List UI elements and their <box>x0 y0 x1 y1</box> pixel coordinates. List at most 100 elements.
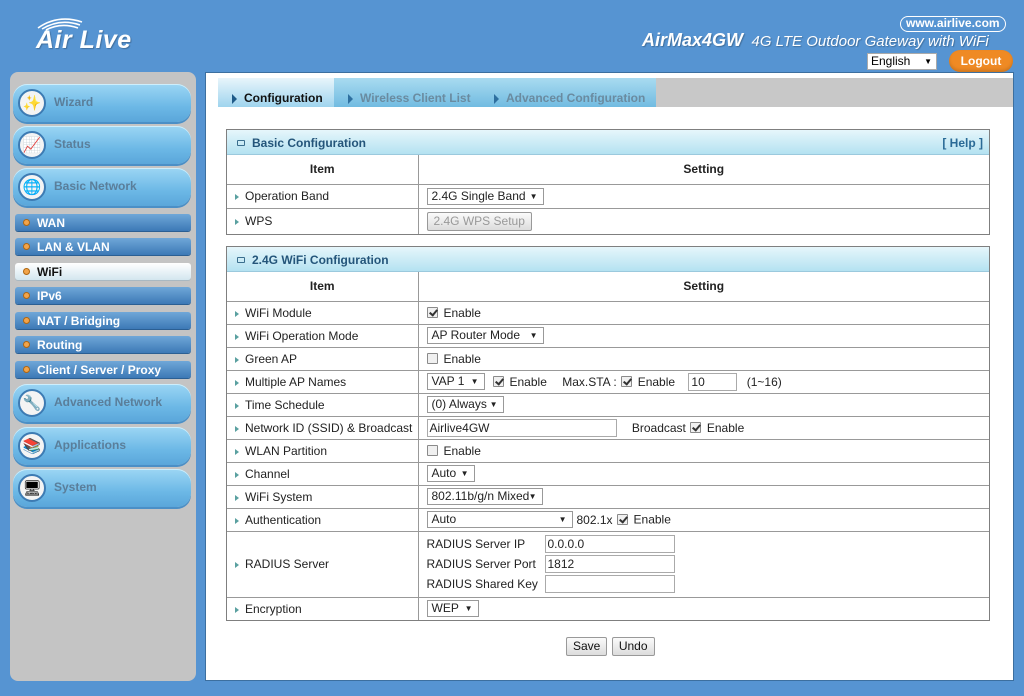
chevron-down-icon: ▼ <box>489 400 498 409</box>
wifi-configuration-section: 2.4G WiFi Configuration Item Setting WiF… <box>226 246 990 621</box>
select-value: VAP 1 <box>431 374 465 388</box>
vap-select[interactable]: VAP 1 ▼ <box>426 373 485 390</box>
column-header-item: Item <box>227 272 419 301</box>
row-setting: AP Router Mode ▼ <box>418 323 989 347</box>
radius-fields: RADIUS Server IP 0.0.0.0 RADIUS Server P… <box>427 532 990 596</box>
wifi-system-select[interactable]: 802.11b/g/n Mixed ▼ <box>426 488 543 505</box>
table-row: WLAN Partition Enable <box>227 438 989 462</box>
sidebar-subitem-lan-vlan[interactable]: LAN & VLAN <box>15 238 191 255</box>
sidebar-subitem-wan[interactable]: WAN <box>15 214 191 231</box>
enable-label: Enable <box>633 512 671 527</box>
encryption-select[interactable]: WEP ▼ <box>426 600 479 618</box>
row-setting: WEP ▼ <box>418 596 989 620</box>
logout-button[interactable]: Logout <box>949 50 1013 72</box>
caret-right-icon <box>235 448 239 455</box>
row-label: WiFi Operation Mode <box>227 323 419 347</box>
vap-enable-checkbox[interactable] <box>492 376 504 387</box>
bullet-icon <box>23 219 30 226</box>
sidebar-item-wizard[interactable]: ✨ Wizard <box>13 84 191 122</box>
sidebar-item-label: Advanced Network <box>54 395 163 409</box>
sidebar-subitem-wifi[interactable]: WiFi <box>15 263 191 280</box>
sidebar-item-advanced-network[interactable]: 🔧 Advanced Network <box>13 384 191 422</box>
header: Air Live www.airlive.com AirMax4GW 4G LT… <box>0 0 1024 72</box>
row-setting: 802.11b/g/n Mixed ▼ <box>418 484 989 508</box>
radius-key-input[interactable] <box>544 575 675 593</box>
chevron-down-icon: ▼ <box>529 331 538 340</box>
sidebar-item-status[interactable]: 📈 Status <box>13 126 191 164</box>
sidebar-item-label: Wizard <box>54 95 94 109</box>
time-schedule-select[interactable]: (0) Always ▼ <box>426 396 504 413</box>
collapse-icon[interactable] <box>237 257 245 263</box>
sidebar-subitem-routing[interactable]: Routing <box>15 336 191 353</box>
select-value: AP Router Mode <box>431 328 521 342</box>
table-row: WiFi Operation Mode AP Router Mode ▼ <box>227 323 989 347</box>
select-value: Auto <box>431 512 457 526</box>
wifi-module-checkbox[interactable] <box>426 307 438 319</box>
radius-port-input[interactable]: 1812 <box>544 555 675 573</box>
operation-band-select[interactable]: 2.4G Single Band ▼ <box>426 187 544 205</box>
caret-right-icon <box>235 379 239 386</box>
select-value: 802.11b/g/n Mixed <box>431 489 530 503</box>
sidebar-item-basic-network[interactable]: 🌐 Basic Network <box>13 168 191 206</box>
broadcast-checkbox[interactable] <box>689 422 701 433</box>
sidebar-subitem-label: WAN <box>37 216 65 230</box>
max-sta-checkbox[interactable] <box>620 376 632 387</box>
dot1x-checkbox[interactable] <box>616 514 628 525</box>
basic-configuration-section: Basic Configuration [ Help ] Item Settin… <box>226 129 990 235</box>
max-sta-range: (1~16) <box>746 374 782 389</box>
select-value: 2.4G Single Band <box>431 188 526 203</box>
max-sta-label: Max.STA : <box>562 374 617 389</box>
row-label: WiFi Module <box>227 300 419 324</box>
caret-right-icon <box>235 333 239 340</box>
bullet-icon <box>23 341 30 348</box>
content-panel: Configuration Wireless Client List Advan… <box>205 72 1014 681</box>
wlan-partition-checkbox[interactable] <box>426 445 438 457</box>
sidebar-subitem-label: Routing <box>37 338 83 352</box>
sidebar-item-label: System <box>54 480 97 494</box>
caret-right-icon <box>235 494 239 501</box>
save-button[interactable]: Save <box>566 637 608 656</box>
row-label: Multiple AP Names <box>227 369 419 393</box>
sidebar-subitem-ipv6[interactable]: IPv6 <box>15 287 191 304</box>
sidebar-subitem-label: NAT / Bridging <box>37 314 121 328</box>
sidebar-item-system[interactable]: 🖥 System <box>13 469 191 507</box>
caret-right-icon <box>235 562 239 568</box>
green-ap-label: Green AP <box>245 351 298 366</box>
chevron-down-icon: ▼ <box>528 492 537 501</box>
row-label: Time Schedule <box>227 392 419 416</box>
enable-label: Enable <box>637 374 676 389</box>
channel-select[interactable]: Auto ▼ <box>426 465 475 482</box>
max-sta-input[interactable]: 10 <box>688 372 738 391</box>
authentication-select[interactable]: Auto ▼ <box>426 511 573 528</box>
row-label: Green AP <box>227 346 419 370</box>
chevron-down-icon: ▼ <box>558 515 567 524</box>
product-model: AirMax4GW <box>642 30 744 50</box>
sidebar-subitem-client-server-proxy[interactable]: Client / Server / Proxy <box>15 361 191 378</box>
caret-right-icon <box>235 219 239 226</box>
section-header: Basic Configuration [ Help ] <box>227 130 989 155</box>
tab-wireless-client-list[interactable]: Wireless Client List <box>334 78 480 107</box>
language-select[interactable]: English ▼ <box>867 53 937 70</box>
undo-button[interactable]: Undo <box>611 637 655 656</box>
row-label: WLAN Partition <box>227 438 419 462</box>
tab-advanced-configuration[interactable]: Advanced Configuration <box>480 78 656 107</box>
green-ap-checkbox[interactable] <box>426 353 438 365</box>
wifi-operation-mode-select[interactable]: AP Router Mode ▼ <box>426 327 544 344</box>
row-setting: Auto ▼ 802.1x Enable <box>418 507 989 531</box>
tab-configuration[interactable]: Configuration <box>218 78 334 107</box>
sidebar-item-applications[interactable]: 📚 Applications <box>13 427 191 465</box>
table-row: RADIUS Server RADIUS Server IP 0.0.0.0 R… <box>227 530 990 597</box>
row-setting: Airlive4GW Broadcast Enable <box>418 415 989 439</box>
select-value: (0) Always <box>431 397 487 411</box>
select-value: WEP <box>431 601 459 616</box>
column-header-setting: Setting <box>683 279 725 294</box>
collapse-icon[interactable] <box>237 140 245 146</box>
authentication-label: Authentication <box>245 512 322 527</box>
operation-band-label: Operation Band <box>245 189 330 203</box>
help-link[interactable]: [ Help ] <box>942 136 983 150</box>
sidebar-subitem-nat-bridging[interactable]: NAT / Bridging <box>15 312 191 329</box>
section-header: 2.4G WiFi Configuration <box>227 247 989 272</box>
wps-setup-button[interactable]: 2.4G WPS Setup <box>426 211 532 231</box>
ssid-input[interactable]: Airlive4GW <box>426 418 617 437</box>
radius-ip-input[interactable]: 0.0.0.0 <box>544 535 675 553</box>
